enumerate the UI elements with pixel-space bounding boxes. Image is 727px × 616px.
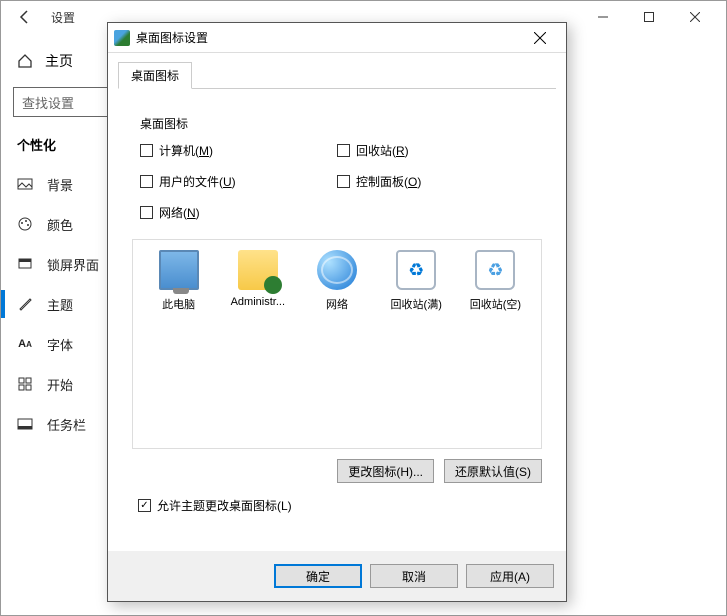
dialog-titlebar: 桌面图标设置 [108,23,566,53]
icon-label: 网络 [301,296,372,312]
nav-label: 字体 [47,335,73,354]
maximize-button[interactable] [626,1,672,33]
nav-label: 背景 [47,175,73,194]
checkbox-controlpanel[interactable]: 控制面板(O) [337,173,534,190]
desktop-icons-group: 桌面图标 计算机(M) 回收站(R) 用户的文件(U) [132,103,542,225]
checkbox-label: 计算机(M) [159,142,213,159]
cancel-button[interactable]: 取消 [370,564,458,588]
user-folder-icon [238,250,278,290]
dialog-app-icon [114,30,130,46]
icon-network[interactable]: 网络 [301,250,372,312]
desktop-icon-settings-dialog: 桌面图标设置 桌面图标 桌面图标 计算机(M) 回收站(R) [107,22,567,602]
ok-button[interactable]: 确定 [274,564,362,588]
recyclebin-full-icon [396,250,436,290]
checkbox-box [337,175,350,188]
checkbox-userfiles[interactable]: 用户的文件(U) [140,173,337,190]
font-icon: AA [17,336,33,352]
dialog-title: 桌面图标设置 [136,29,208,46]
icon-administrator[interactable]: Administr... [222,250,293,308]
globe-icon [317,250,357,290]
checkbox-label: 回收站(R) [356,142,409,159]
dialog-body: 桌面图标 桌面图标 计算机(M) 回收站(R) 用户的文件(U) [108,53,566,551]
monitor-icon [159,250,199,290]
icon-recyclebin-empty[interactable]: 回收站(空) [460,250,531,312]
search-placeholder: 查找设置 [22,93,74,112]
checkbox-label: 允许主题更改桌面图标(L) [157,497,292,514]
settings-window-title: 设置 [51,9,75,26]
icon-label: 回收站(空) [460,296,531,312]
minimize-button[interactable] [580,1,626,33]
nav-label: 锁屏界面 [47,255,99,274]
checkbox-box [140,206,153,219]
close-button[interactable] [672,1,718,33]
recyclebin-empty-icon [475,250,515,290]
sidebar-home-label: 主页 [45,51,73,71]
grid-icon [17,376,33,392]
checkbox-computer[interactable]: 计算机(M) [140,142,337,159]
checkbox-label: 控制面板(O) [356,173,421,190]
checkbox-label: 用户的文件(U) [159,173,236,190]
checkbox-box [140,175,153,188]
dialog-close-button[interactable] [520,24,560,52]
dialog-footer: 确定 取消 应用(A) [108,551,566,601]
checkbox-box [337,144,350,157]
checkbox-allow-themes[interactable]: ✓ 允许主题更改桌面图标(L) [138,497,540,514]
nav-label: 任务栏 [47,415,86,434]
change-icon-button[interactable]: 更改图标(H)... [337,459,434,483]
nav-label: 开始 [47,375,73,394]
tab-strip: 桌面图标 [118,61,556,89]
apply-button[interactable]: 应用(A) [466,564,554,588]
group-label: 桌面图标 [140,115,534,132]
image-icon [17,176,33,192]
checkbox-recyclebin[interactable]: 回收站(R) [337,142,534,159]
checkbox-network[interactable]: 网络(N) [140,204,337,221]
taskbar-icon [17,416,33,432]
home-icon [17,53,33,69]
restore-default-button[interactable]: 还原默认值(S) [444,459,542,483]
tab-desktop-icons[interactable]: 桌面图标 [118,62,192,89]
icon-label: 此电脑 [143,296,214,312]
brush-icon [17,296,33,312]
lockscreen-icon [17,256,33,272]
window-controls [580,1,718,33]
nav-label: 主题 [47,295,73,314]
icon-label: Administr... [222,296,293,308]
palette-icon [17,216,33,232]
icon-preview-panel: 此电脑 Administr... 网络 回收站(满) 回收站(空) [132,239,542,449]
checkbox-box: ✓ [138,499,151,512]
icon-recyclebin-full[interactable]: 回收站(满) [381,250,452,312]
icon-label: 回收站(满) [381,296,452,312]
back-button[interactable] [9,1,41,33]
nav-label: 颜色 [47,215,73,234]
checkbox-label: 网络(N) [159,204,200,221]
icon-this-pc[interactable]: 此电脑 [143,250,214,312]
checkbox-box [140,144,153,157]
